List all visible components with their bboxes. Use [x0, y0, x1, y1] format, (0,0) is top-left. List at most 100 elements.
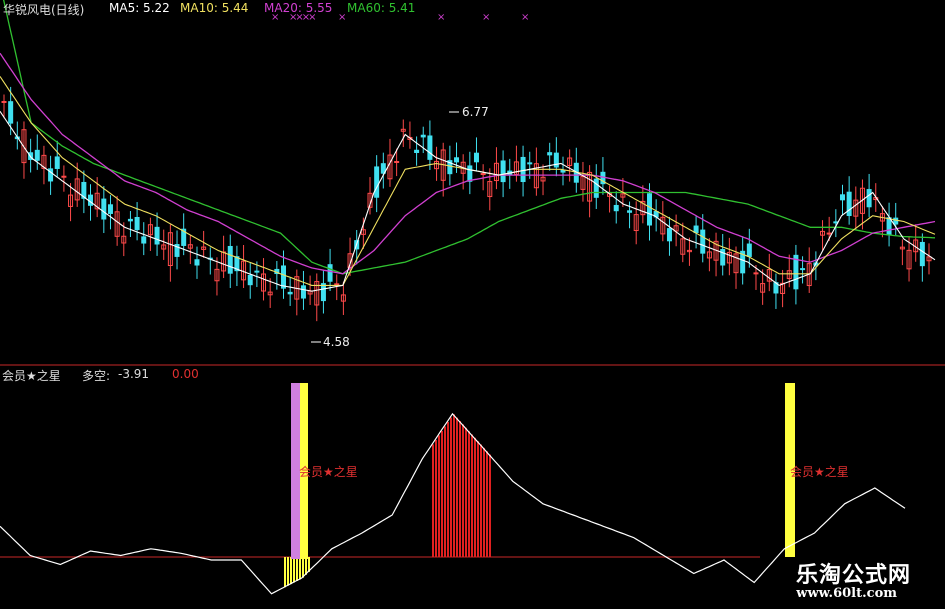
watermark-url: www.60lt.com — [796, 586, 897, 601]
candle — [520, 156, 526, 183]
histogram-bar — [483, 447, 485, 557]
candle — [101, 198, 107, 220]
signal-mark: × — [338, 12, 347, 23]
candle — [627, 210, 633, 213]
candle — [107, 204, 113, 214]
candle — [866, 189, 872, 208]
candle — [127, 218, 133, 222]
histogram-bar — [438, 435, 440, 557]
candle — [454, 157, 460, 163]
candle — [700, 229, 706, 254]
candle — [613, 204, 619, 212]
histogram-bar — [459, 421, 461, 557]
indicator-name: 会员★之星 — [2, 369, 61, 383]
stock-title: 华锐风电(日线) — [3, 3, 85, 17]
histogram-bar — [293, 557, 295, 583]
histogram-bar — [477, 441, 479, 557]
histogram-bar — [302, 557, 304, 578]
histogram-bar — [468, 431, 470, 557]
histogram-bars — [284, 414, 491, 588]
candle — [846, 191, 852, 217]
histogram-bar — [486, 451, 488, 557]
candle — [247, 274, 253, 286]
candle — [194, 259, 200, 266]
candle — [61, 175, 67, 178]
watermark-brand: 乐淘公式网 — [795, 562, 911, 588]
candle — [427, 135, 433, 160]
indicator-label: 多空: — [82, 369, 111, 383]
candle — [141, 236, 147, 244]
histogram-bar — [474, 437, 476, 557]
histogram-bar — [287, 557, 289, 586]
candle — [374, 166, 380, 198]
histogram-bar — [489, 454, 491, 557]
candle — [693, 225, 699, 234]
signal-mark: × — [521, 12, 530, 23]
candle — [647, 193, 653, 226]
candle — [320, 283, 326, 302]
candle — [300, 285, 306, 299]
candle — [593, 178, 599, 198]
candle — [547, 152, 553, 156]
stock-chart-window: 华锐风电(日线) MA5: 5.22 MA10: 5.44 MA20: 5.55… — [0, 0, 945, 609]
histogram-bar — [305, 557, 307, 575]
ma5-value: MA5: 5.22 — [109, 1, 170, 15]
candle — [327, 264, 333, 282]
signal-mark: × — [482, 12, 491, 23]
indicator-value: -3.91 — [118, 367, 150, 381]
histogram-bar — [465, 427, 467, 557]
histogram-bar — [290, 557, 292, 585]
histogram-bar — [444, 426, 446, 557]
histogram-bar — [441, 430, 443, 557]
candle — [54, 156, 60, 169]
ma10-value: MA10: 5.44 — [180, 1, 249, 15]
candle — [826, 232, 832, 235]
histogram-bar — [462, 424, 464, 557]
candle — [753, 272, 759, 275]
ma20-line — [0, 52, 936, 275]
histogram-bar — [296, 557, 298, 581]
candlestick-chart[interactable] — [0, 0, 945, 609]
candle — [287, 291, 293, 295]
candle — [886, 217, 892, 236]
histogram-bar — [480, 444, 482, 557]
low-price-label: 4.58 — [323, 335, 350, 349]
candle — [254, 270, 260, 273]
histogram-bar — [435, 439, 437, 557]
ma60-value: MA60: 5.41 — [347, 1, 416, 15]
candle — [473, 152, 479, 163]
histogram-bar — [447, 421, 449, 557]
signal-mark: ×××× — [289, 12, 316, 23]
histogram-bar — [471, 434, 473, 557]
histogram-bar — [299, 557, 301, 580]
candle — [8, 101, 14, 124]
candle — [500, 160, 506, 183]
candle — [420, 134, 426, 138]
candle — [1, 100, 7, 103]
histogram-bar — [450, 417, 452, 557]
candle — [919, 241, 925, 267]
indicator-pane[interactable] — [0, 383, 906, 595]
candle — [414, 149, 420, 154]
signal-label-right: 会员★之星 — [790, 465, 849, 479]
candle — [839, 194, 845, 201]
duokong-line — [0, 412, 906, 595]
candle — [800, 268, 806, 271]
candle — [467, 165, 473, 182]
candle — [793, 254, 799, 290]
candle — [480, 173, 486, 176]
candle — [394, 161, 400, 164]
candle — [280, 265, 286, 289]
histogram-bar — [453, 414, 455, 557]
candle — [666, 228, 672, 242]
candle — [746, 243, 752, 257]
candle — [334, 283, 340, 286]
histogram-bar — [284, 557, 286, 588]
candle — [560, 169, 566, 173]
candle — [893, 217, 899, 225]
histogram-bar — [432, 444, 434, 557]
candle — [34, 149, 40, 161]
candle — [227, 245, 233, 274]
candlestick-series — [1, 86, 932, 322]
signal-mark: × — [271, 12, 280, 23]
